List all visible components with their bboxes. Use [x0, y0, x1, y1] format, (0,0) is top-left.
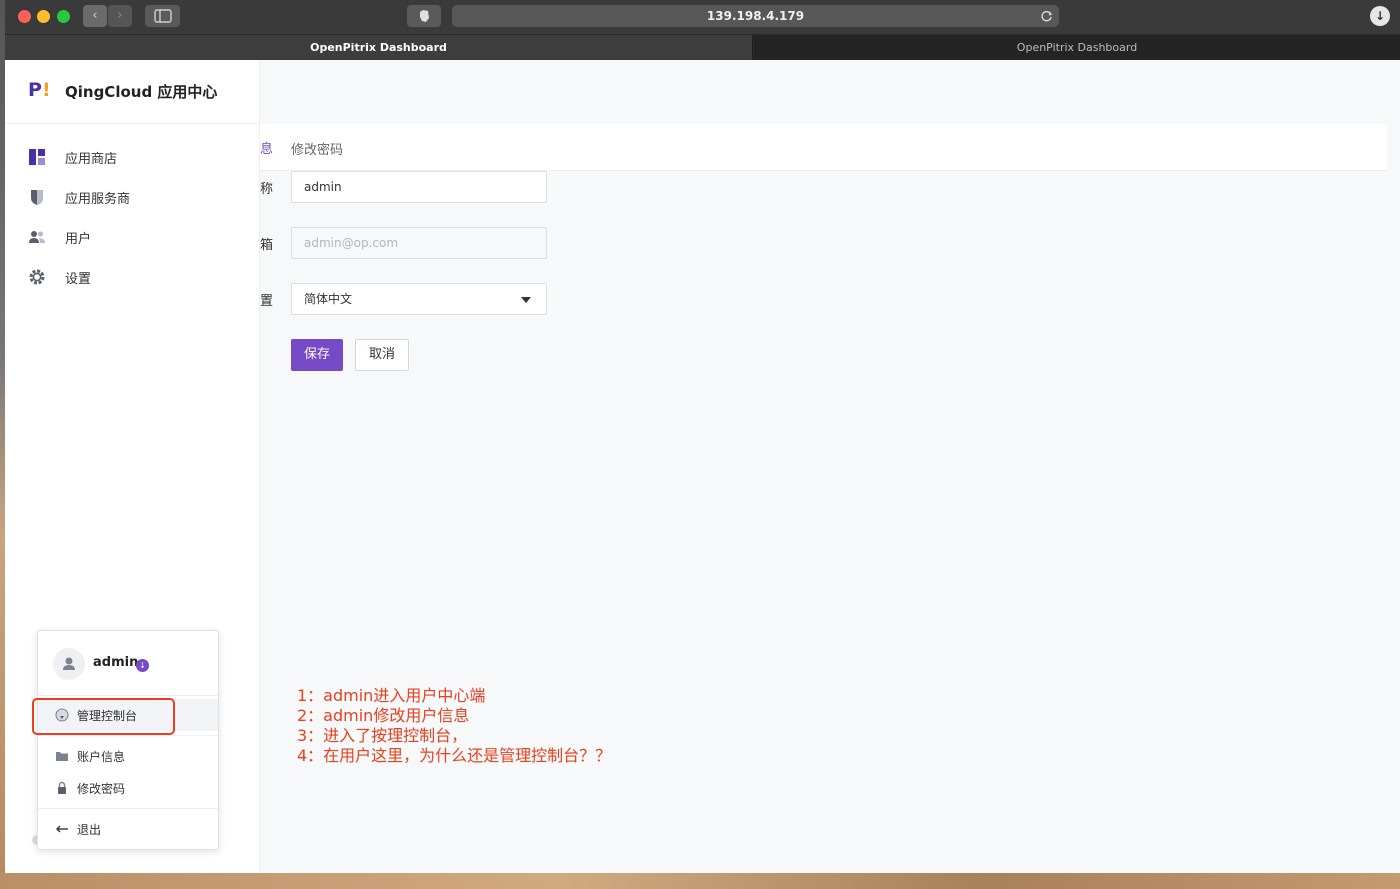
chevron-left-icon: ‹: [92, 8, 98, 23]
back-button[interactable]: ‹: [83, 5, 107, 27]
menu-item-label: 修改密码: [77, 782, 126, 796]
user-menu: admin ↓ 管理控制台 账户信息 修改密码 退出: [37, 630, 219, 850]
close-window-button[interactable]: [18, 10, 31, 23]
menu-item-logout[interactable]: 退出: [38, 813, 218, 845]
page-content: P! QingCloud 应用中心 应用商店 应用服务商 用户 设置 息 修改密…: [5, 60, 1400, 873]
shield-icon: [31, 190, 43, 205]
divider: [38, 808, 218, 809]
grid-icon: [29, 149, 45, 165]
email-label: 箱: [260, 238, 274, 253]
users-icon: [29, 231, 45, 243]
chevron-right-icon: ›: [117, 8, 123, 23]
username-field[interactable]: admin: [291, 171, 547, 203]
logo-letter: P: [28, 79, 42, 101]
folder-icon: [56, 752, 68, 761]
cancel-button[interactable]: 取消: [355, 339, 409, 371]
reload-icon[interactable]: [1040, 5, 1056, 27]
browser-tab-inactive[interactable]: OpenPitrix Dashboard: [754, 35, 1400, 60]
browser-toolbar: ‹ › 139.198.4.179 ↓: [5, 0, 1400, 35]
menu-item-account-info[interactable]: 账户信息: [38, 740, 218, 772]
divider: [38, 735, 218, 736]
email-field[interactable]: admin@op.com: [291, 227, 547, 259]
tab-account-info[interactable]: 息: [260, 138, 273, 157]
sidebar-item-label: 设置: [65, 272, 92, 287]
logo-bang: !: [41, 79, 51, 101]
annotation-note: 1：admin进入用户中心端 2：admin修改用户信息 3：进入了按理控制台，…: [297, 686, 897, 766]
save-button[interactable]: 保存: [291, 339, 343, 371]
username-label: 称: [260, 182, 274, 197]
menu-item-label: 账户信息: [77, 750, 126, 764]
download-icon[interactable]: ↓: [1370, 6, 1390, 26]
app-title: QingCloud 应用中心: [65, 83, 218, 101]
annotation-highlight-box: [32, 698, 175, 735]
annotation-line: 1：admin进入用户中心端: [297, 686, 486, 705]
extension-button[interactable]: [407, 5, 441, 27]
annotation-line: 4：在用户这里，为什么还是管理控制台？？: [297, 746, 612, 765]
sidebar-item-vendors[interactable]: 应用服务商: [5, 177, 260, 217]
evernote-icon: [420, 10, 429, 22]
caret-down-icon: [521, 297, 531, 303]
sidebar-item-users[interactable]: 用户: [5, 217, 260, 257]
address-bar[interactable]: 139.198.4.179: [452, 5, 1059, 27]
sidebar-item-label: 应用商店: [65, 152, 118, 167]
annotation-line: 2：admin修改用户信息: [297, 706, 470, 725]
language-value: 简体中文: [304, 292, 353, 306]
sidebar-item-label: 用户: [65, 232, 92, 247]
forward-button[interactable]: ›: [108, 5, 132, 27]
account-tabs: 息 修改密码: [260, 124, 1387, 171]
divider: [38, 695, 218, 696]
minimize-window-button[interactable]: [37, 10, 50, 23]
tab-change-password[interactable]: 修改密码: [291, 139, 343, 158]
admin-badge-icon: ↓: [136, 659, 149, 672]
sidebar-item-app-store[interactable]: 应用商店: [5, 137, 260, 177]
gear-icon: [29, 269, 45, 285]
annotation-line: 3：进入了按理控制台，: [297, 726, 468, 745]
browser-window: ‹ › 139.198.4.179 ↓ OpenPitrix Dashboard…: [5, 0, 1400, 873]
logo-row: P! QingCloud 应用中心: [5, 60, 260, 124]
menu-item-change-password[interactable]: 修改密码: [38, 772, 218, 804]
browser-tab-bar: OpenPitrix Dashboard OpenPitrix Dashboar…: [5, 35, 1400, 60]
lock-icon: [58, 781, 66, 794]
zoom-window-button[interactable]: [57, 10, 70, 23]
sidebar-item-label: 应用服务商: [65, 192, 131, 207]
user-icon: [63, 657, 75, 670]
sidebar-item-settings[interactable]: 设置: [5, 257, 260, 297]
sidebar-icon: [153, 9, 172, 23]
language-label: 置: [260, 294, 274, 309]
logo-icon[interactable]: P!: [28, 79, 51, 101]
menu-item-label: 退出: [77, 823, 102, 837]
language-select[interactable]: 简体中文: [291, 283, 547, 315]
arrow-left-icon: [56, 825, 68, 833]
browser-tab-active[interactable]: OpenPitrix Dashboard: [5, 35, 753, 60]
desktop-edge-bottom: [0, 873, 1400, 889]
user-menu-username: admin: [93, 655, 139, 670]
sidebar-toggle-button[interactable]: [145, 5, 180, 27]
avatar: [53, 648, 85, 680]
